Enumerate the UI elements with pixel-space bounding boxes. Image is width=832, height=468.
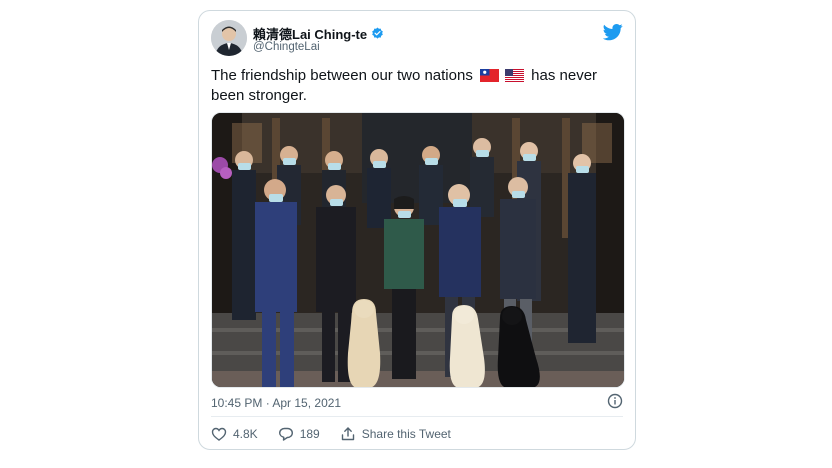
author-handle[interactable]: @ChingteLai: [253, 41, 320, 53]
share-icon: [341, 427, 354, 441]
share-label: Share this Tweet: [361, 427, 451, 441]
usa-flag-icon: [505, 69, 524, 82]
avatar[interactable]: [211, 20, 247, 56]
like-count: 4.8K: [233, 427, 258, 441]
tweet-card: 賴清德Lai Ching-te @ChingteLai The friendsh…: [198, 10, 636, 450]
reply-count: 189: [299, 427, 320, 441]
divider: [211, 416, 623, 417]
twitter-bird-icon[interactable]: [603, 22, 623, 42]
tweet-actions: 4.8K 189 Share this Tweet: [211, 426, 471, 442]
taiwan-flag-icon: [480, 69, 499, 82]
info-icon[interactable]: [607, 393, 623, 409]
tweet-photo[interactable]: [211, 112, 625, 388]
share-button[interactable]: Share this Tweet: [340, 426, 451, 442]
reply-button[interactable]: 189: [278, 426, 320, 442]
like-button[interactable]: 4.8K: [211, 426, 258, 442]
reply-bubble-icon: [278, 427, 293, 441]
tweet-timestamp[interactable]: 10:45 PM · Apr 15, 2021: [211, 396, 341, 410]
tweet-text-part-1: The friendship between our two nations: [211, 67, 473, 84]
tweet-text: The friendship between our two nations h…: [211, 66, 621, 106]
verified-badge-icon: [372, 27, 383, 39]
heart-icon: [211, 427, 227, 441]
